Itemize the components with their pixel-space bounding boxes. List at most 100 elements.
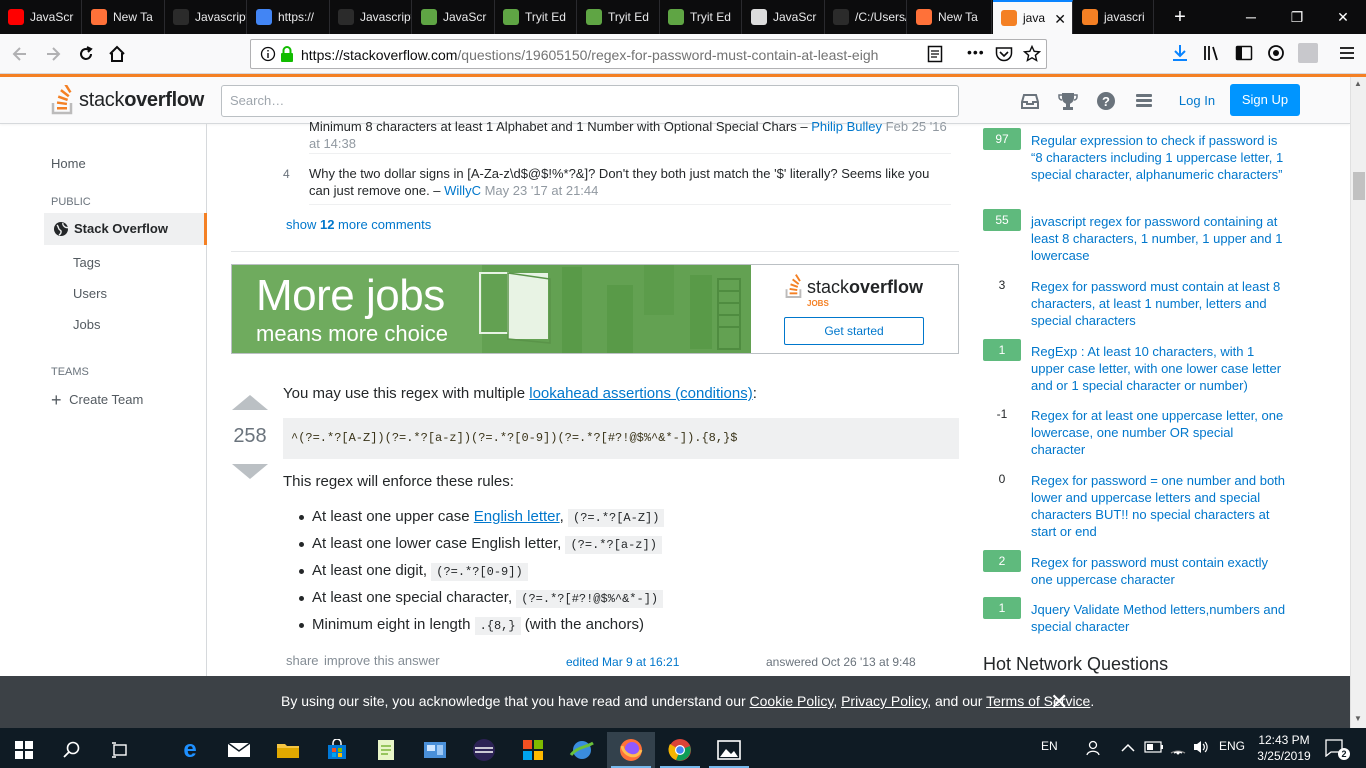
get-started-button[interactable]: Get started (784, 317, 924, 345)
privacy-policy-link[interactable]: Privacy Policy (841, 693, 927, 709)
related-question[interactable]: -1 Regex for at least one uppercase lette… (983, 403, 1293, 457)
wifi-icon[interactable] (1169, 739, 1187, 758)
notepadpp-icon[interactable] (362, 732, 410, 768)
browser-tab[interactable]: javascri (1074, 0, 1154, 34)
network-tool-icon[interactable] (558, 732, 606, 768)
photos-icon[interactable] (705, 732, 753, 768)
scrollbar-thumb[interactable] (1353, 172, 1365, 200)
related-question[interactable]: 3 Regex for password must contain at leas… (983, 274, 1293, 328)
search-input[interactable]: Search… (221, 85, 959, 117)
store-icon[interactable] (313, 732, 361, 768)
browser-tab[interactable]: JavaScr (0, 0, 82, 34)
show-more-comments-link[interactable]: show 12 more comments (286, 217, 431, 232)
reader-view-icon[interactable] (927, 45, 943, 66)
sync-icon[interactable] (1267, 44, 1285, 65)
restore-button[interactable]: ❐ (1274, 0, 1320, 34)
related-question-link[interactable]: javascript regex for password containing… (1031, 213, 1291, 264)
control-panel-icon[interactable] (411, 732, 459, 768)
downvote-button[interactable] (232, 464, 268, 479)
reload-icon[interactable] (73, 41, 99, 67)
nav-jobs[interactable]: Jobs (73, 317, 100, 332)
bookmark-star-icon[interactable] (1022, 44, 1042, 66)
browser-tab[interactable]: java ✕ (993, 0, 1073, 34)
minimize-button[interactable]: ─ (1228, 0, 1274, 34)
ime-indicator[interactable]: ENG (1219, 739, 1245, 753)
browser-tab[interactable]: New Ta (908, 0, 992, 34)
comment-user-link[interactable]: WillyC (444, 183, 481, 198)
close-window-button[interactable]: ✕ (1320, 0, 1366, 34)
browser-tab[interactable]: Tryit Ed (660, 0, 742, 34)
nav-create-team[interactable]: + Create Team (51, 390, 143, 411)
related-question[interactable]: 55 javascript regex for password containi… (983, 209, 1293, 263)
related-question[interactable]: 0 Regex for password = one number and bot… (983, 468, 1293, 539)
comment-user-link[interactable]: Philip Bulley (811, 119, 882, 134)
related-question[interactable]: 1 Jquery Validate Method letters,numbers … (983, 597, 1293, 637)
battery-icon[interactable] (1144, 741, 1164, 756)
downloads-icon[interactable] (1171, 43, 1189, 66)
browser-tab[interactable]: JavaScr (743, 0, 825, 34)
browser-tab[interactable]: https:// (248, 0, 330, 34)
close-tab-icon[interactable]: ✕ (1054, 11, 1066, 28)
related-question-link[interactable]: Regex for password = one number and both… (1031, 472, 1291, 540)
nav-stack-overflow[interactable]: Stack Overflow (44, 213, 207, 245)
edited-link[interactable]: edited Mar 9 at 16:21 (566, 655, 679, 669)
login-button[interactable]: Log In (1169, 85, 1225, 117)
mail-icon[interactable] (215, 732, 263, 768)
related-question-link[interactable]: Regex for at least one uppercase letter,… (1031, 407, 1291, 458)
lookahead-link[interactable]: lookahead assertions (conditions) (529, 385, 752, 402)
volume-icon[interactable] (1192, 739, 1210, 758)
back-icon[interactable] (7, 41, 33, 67)
related-question[interactable]: 2 Regex for password must contain exactly… (983, 550, 1293, 590)
people-icon[interactable] (1085, 739, 1103, 760)
office-icon[interactable] (509, 732, 557, 768)
page-actions-icon[interactable]: ••• (967, 44, 985, 60)
eclipse-icon[interactable] (460, 732, 508, 768)
url-bar[interactable]: https://stackoverflow.com/questions/1960… (250, 39, 1047, 69)
task-view-icon[interactable] (96, 732, 144, 768)
nav-home[interactable]: Home (51, 156, 86, 171)
chrome-icon[interactable] (656, 732, 704, 768)
upvote-button[interactable] (232, 395, 268, 410)
browser-tab[interactable]: Javascript F (330, 0, 412, 34)
related-question-link[interactable]: Jquery Validate Method letters,numbers a… (1031, 601, 1291, 635)
page-scrollbar[interactable]: ▲ ▼ (1350, 77, 1366, 728)
related-question-link[interactable]: Regex for password must contain exactly … (1031, 554, 1291, 588)
related-question[interactable]: 97 Regular expression to check if passwor… (983, 128, 1293, 182)
terms-link[interactable]: Terms of Service (986, 693, 1090, 709)
browser-tab[interactable]: /C:/Users/v (825, 0, 907, 34)
cookie-policy-link[interactable]: Cookie Policy (750, 693, 834, 709)
browser-tab[interactable]: Tryit Ed (578, 0, 660, 34)
close-icon[interactable]: ✕ (1050, 689, 1068, 715)
scroll-down-icon[interactable]: ▼ (1354, 714, 1362, 723)
library-icon[interactable] (1203, 44, 1221, 65)
new-tab-button[interactable]: + (1157, 0, 1203, 34)
share-link[interactable]: share (286, 653, 319, 668)
scroll-up-icon[interactable]: ▲ (1354, 79, 1362, 88)
home-icon[interactable] (104, 41, 130, 67)
english-letter-link[interactable]: English letter (474, 508, 560, 525)
edge-icon[interactable]: e (166, 732, 214, 768)
browser-tab[interactable]: Javascript F (165, 0, 247, 34)
lock-icon[interactable] (280, 46, 294, 65)
related-question[interactable]: 1 RegExp : At least 10 characters, with 1… (983, 339, 1293, 393)
forward-icon[interactable] (40, 41, 66, 67)
file-explorer-icon[interactable] (264, 732, 312, 768)
jobs-ad-banner[interactable]: More jobs means more choice stackoverflo… (231, 264, 959, 354)
firefox-taskbar-icon[interactable] (607, 732, 655, 768)
extension-icon[interactable] (1298, 43, 1318, 63)
sidebar-icon[interactable] (1235, 44, 1253, 65)
browser-tab[interactable]: JavaScr (413, 0, 495, 34)
pocket-icon[interactable] (995, 46, 1013, 65)
improve-answer-link[interactable]: improve this answer (324, 653, 440, 668)
search-icon[interactable] (48, 732, 96, 768)
browser-tab[interactable]: Tryit Ed (495, 0, 577, 34)
clock[interactable]: 12:43 PM 3/25/2019 (1250, 732, 1318, 764)
achievements-icon[interactable] (1057, 90, 1079, 112)
inbox-icon[interactable] (1019, 90, 1041, 112)
signup-button[interactable]: Sign Up (1230, 84, 1300, 116)
tray-chevron-up-icon[interactable] (1121, 741, 1135, 756)
language-indicator[interactable]: EN (1041, 739, 1058, 753)
site-switcher-icon[interactable] (1133, 90, 1155, 112)
help-icon[interactable]: ? (1095, 90, 1117, 112)
start-button[interactable] (0, 732, 48, 768)
